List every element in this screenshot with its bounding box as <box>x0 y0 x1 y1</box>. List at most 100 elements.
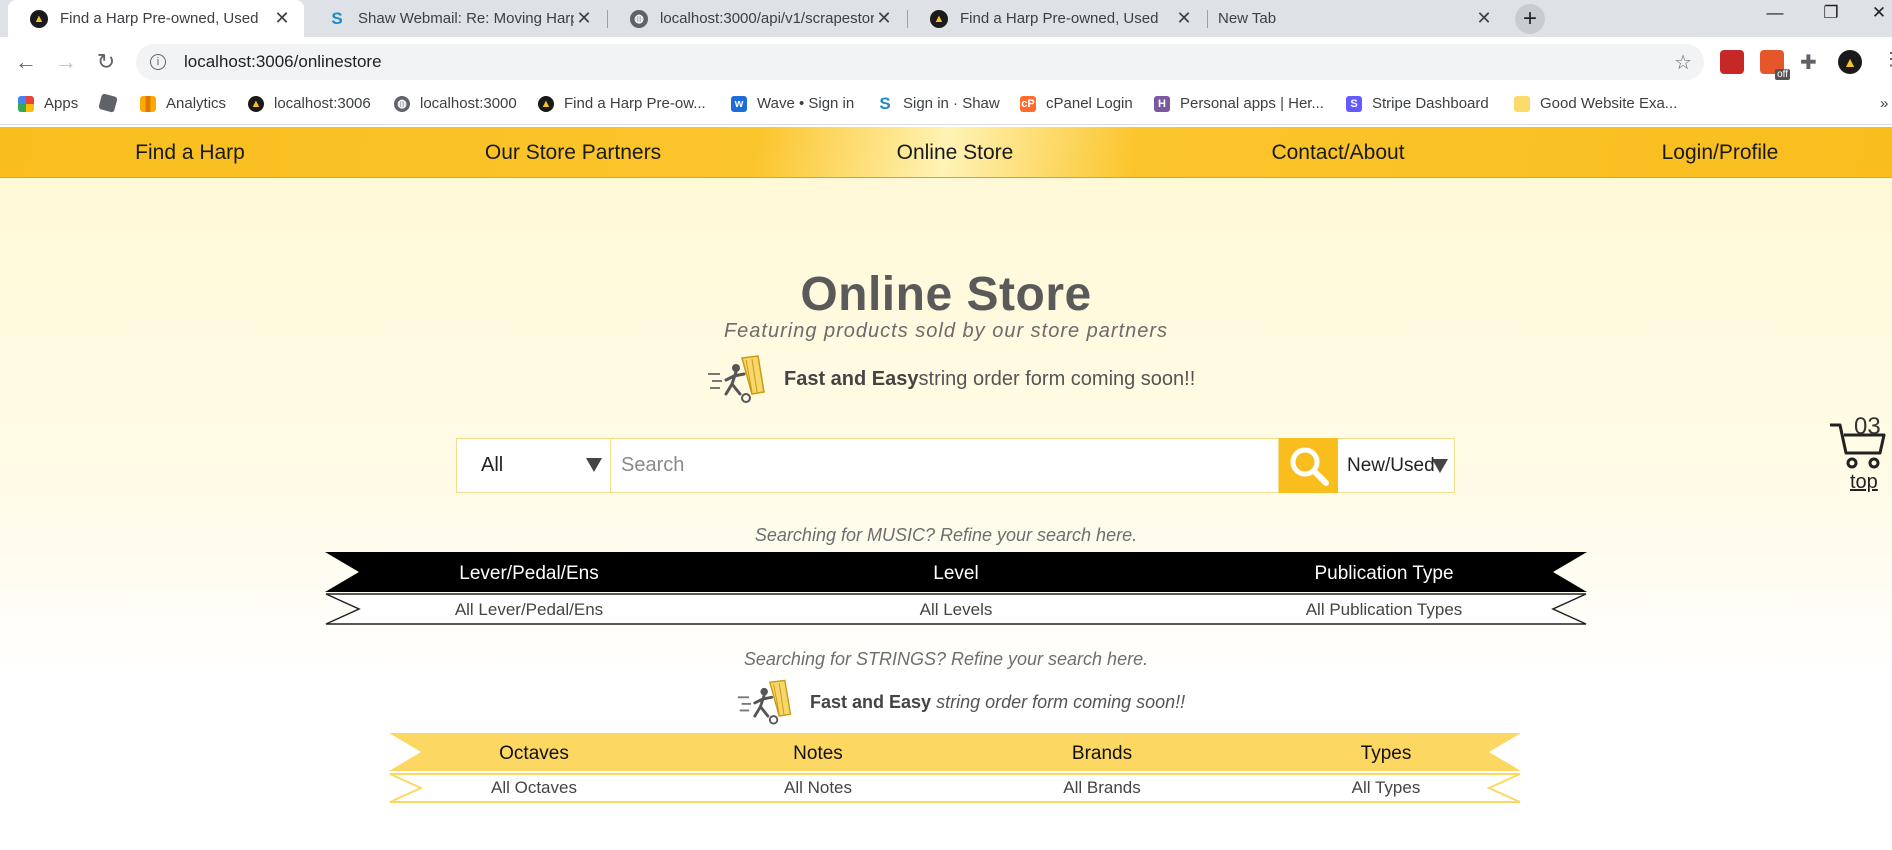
forward-button[interactable]: → <box>53 49 79 75</box>
harp-logo-icon: ▲ <box>248 95 264 112</box>
strings-filter-banner: Octaves Notes Brands Types All Octaves A… <box>389 733 1521 803</box>
bookmark-star-icon[interactable]: ☆ <box>1674 50 1692 75</box>
close-icon[interactable]: ✕ <box>272 8 292 29</box>
nav-login-profile[interactable]: Login/Profile <box>1570 141 1870 165</box>
tab-title: localhost:3000/api/v1/scrapestore <box>660 10 874 27</box>
reload-button[interactable]: ↻ <box>93 49 119 75</box>
bookmark-shaw[interactable]: S Sign in · Shaw <box>877 94 1000 113</box>
bookmark-label: localhost:3006 <box>274 95 371 112</box>
filter-header-octaves: Octaves <box>499 743 569 764</box>
close-window-button[interactable]: ✕ <box>1856 3 1892 23</box>
condition-select[interactable]: New/Used <box>1338 438 1455 493</box>
search-bar: All New/Used <box>456 438 1455 493</box>
nav-store-partners[interactable]: Our Store Partners <box>423 141 723 165</box>
browser-tab-strip: ▲ Find a Harp Pre-owned, Used ✕ S Shaw W… <box>0 0 1892 37</box>
page-subtitle: Featuring products sold by our store par… <box>723 320 1169 342</box>
filter-header-types: Types <box>1360 743 1412 764</box>
filter-header-level: Level <box>933 563 979 584</box>
restore-button[interactable]: ❐ <box>1808 3 1854 23</box>
harp-logo-icon: ▲ <box>538 95 554 112</box>
filter-level-select[interactable]: All Levels <box>836 600 1076 620</box>
bookmark-analytics[interactable]: Analytics <box>140 95 226 112</box>
filter-header-lever-pedal: Lever/Pedal/Ens <box>459 563 599 584</box>
tab-title: New Tab <box>1218 10 1277 27</box>
minimize-button[interactable]: — <box>1752 3 1798 23</box>
nav-find-a-harp[interactable]: Find a Harp <box>40 141 340 165</box>
filter-octaves-select[interactable]: All Octaves <box>429 778 639 798</box>
overflow-chevron-icon: » <box>1880 95 1889 112</box>
category-select-value: All <box>481 454 504 476</box>
condition-select-value: New/Used <box>1347 454 1435 476</box>
back-button[interactable]: ← <box>13 49 39 75</box>
page-title: Online Store <box>800 268 1092 321</box>
bookmark-label: Stripe Dashboard <box>1372 95 1489 112</box>
filter-notes-select[interactable]: All Notes <box>713 778 923 798</box>
nav-contact-about[interactable]: Contact/About <box>1188 141 1488 165</box>
extension-icon[interactable] <box>1720 50 1744 74</box>
filter-header-brands: Brands <box>1071 743 1133 764</box>
browser-tab[interactable]: S Shaw Webmail: Re: Moving Harp ✕ <box>306 0 606 37</box>
browser-tab[interactable]: ▲ Find a Harp Pre-owned, Used ✕ <box>8 0 304 37</box>
filter-lever-pedal-select[interactable]: All Lever/Pedal/Ens <box>409 600 649 620</box>
promo-bold-text: Fast and Easy <box>810 691 932 712</box>
bookmark-label: cPanel Login <box>1046 95 1133 112</box>
roblox-icon <box>98 93 118 113</box>
globe-icon: ◍ <box>630 9 648 28</box>
close-icon[interactable]: ✕ <box>1474 8 1494 29</box>
plus-icon: + <box>1522 5 1537 32</box>
bookmark-good-website[interactable]: Good Website Exa... <box>1514 95 1677 112</box>
bookmark-localhost-3000[interactable]: ◍ localhost:3000 <box>394 95 517 112</box>
harp-logo-icon: ▲ <box>930 9 948 28</box>
bookmark-cpanel[interactable]: cP cPanel Login <box>1020 95 1133 112</box>
browser-tab[interactable]: New Tab ✕ <box>1208 0 1506 37</box>
search-button[interactable] <box>1279 438 1338 493</box>
nav-online-store[interactable]: Online Store <box>805 141 1105 165</box>
bookmark-label: Good Website Exa... <box>1540 95 1678 112</box>
search-input[interactable] <box>611 438 1279 493</box>
category-select[interactable]: All <box>456 438 611 493</box>
browser-tab[interactable]: ◍ localhost:3000/api/v1/scrapestore ✕ <box>608 0 906 37</box>
cart-widget[interactable]: 03 top <box>1828 413 1888 493</box>
filter-types-select[interactable]: All Types <box>1281 778 1491 798</box>
promo-bold-text: Fast and Easy <box>784 367 919 390</box>
bookmark-heroku[interactable]: H Personal apps | Her... <box>1154 95 1324 112</box>
harp-logo-icon: ▲ <box>30 9 48 28</box>
filter-publication-type-select[interactable]: All Publication Types <box>1239 600 1529 620</box>
bookmark-stripe[interactable]: S Stripe Dashboard <box>1346 95 1489 112</box>
bookmark-localhost-3006[interactable]: ▲ localhost:3006 <box>248 95 371 112</box>
bookmark-label: Analytics <box>166 95 227 112</box>
close-icon[interactable]: ✕ <box>574 8 594 29</box>
music-search-hint: Searching for MUSIC? Refine your search … <box>754 525 1138 545</box>
filter-brands-select[interactable]: All Brands <box>997 778 1207 798</box>
puzzle-icon[interactable]: ✚ <box>1800 50 1824 74</box>
analytics-icon <box>140 95 156 112</box>
menu-kebab-icon[interactable]: ⋮ <box>1882 49 1892 70</box>
back-to-top-link[interactable]: top <box>1850 471 1878 494</box>
close-icon[interactable]: ✕ <box>1174 8 1194 29</box>
wave-icon: w <box>731 95 747 112</box>
apps-grid-icon <box>18 95 34 112</box>
bookmark-label: Personal apps | Her... <box>1180 95 1324 112</box>
search-icon <box>1290 447 1329 486</box>
extension-off-icon[interactable]: off <box>1760 50 1790 80</box>
bookmark-apps[interactable]: Apps <box>18 95 78 112</box>
bookmark-wave[interactable]: w Wave • Sign in <box>731 95 854 112</box>
profile-avatar[interactable]: ▲ <box>1838 50 1862 74</box>
folder-icon <box>1514 95 1530 112</box>
bookmark-label: Wave • Sign in <box>757 95 855 112</box>
string-order-promo-2: Fast and Easy string order form coming s… <box>736 678 1185 726</box>
stripe-icon: S <box>1346 95 1362 112</box>
bookmarks-overflow[interactable]: » <box>1880 95 1888 112</box>
filter-header-publication-type: Publication Type <box>1314 563 1454 584</box>
browser-tab[interactable]: ▲ Find a Harp Pre-owned, Used ✕ <box>908 0 1206 37</box>
bookmark-label: Find a Harp Pre-ow... <box>564 95 706 112</box>
info-icon[interactable]: i <box>150 54 166 70</box>
music-filter-banner: Lever/Pedal/Ens Level Publication Type A… <box>325 552 1587 625</box>
bookmark-label: Apps <box>44 95 79 112</box>
bookmark-find-a-harp[interactable]: ▲ Find a Harp Pre-ow... <box>538 95 706 112</box>
strings-search-hint: Searching for STRINGS? Refine your searc… <box>743 649 1149 669</box>
new-tab-button[interactable]: + <box>1515 4 1545 34</box>
close-icon[interactable]: ✕ <box>874 8 894 29</box>
address-bar[interactable]: i localhost:3006/onlinestore ☆ <box>136 44 1704 80</box>
bookmark-roblox[interactable] <box>98 93 126 113</box>
